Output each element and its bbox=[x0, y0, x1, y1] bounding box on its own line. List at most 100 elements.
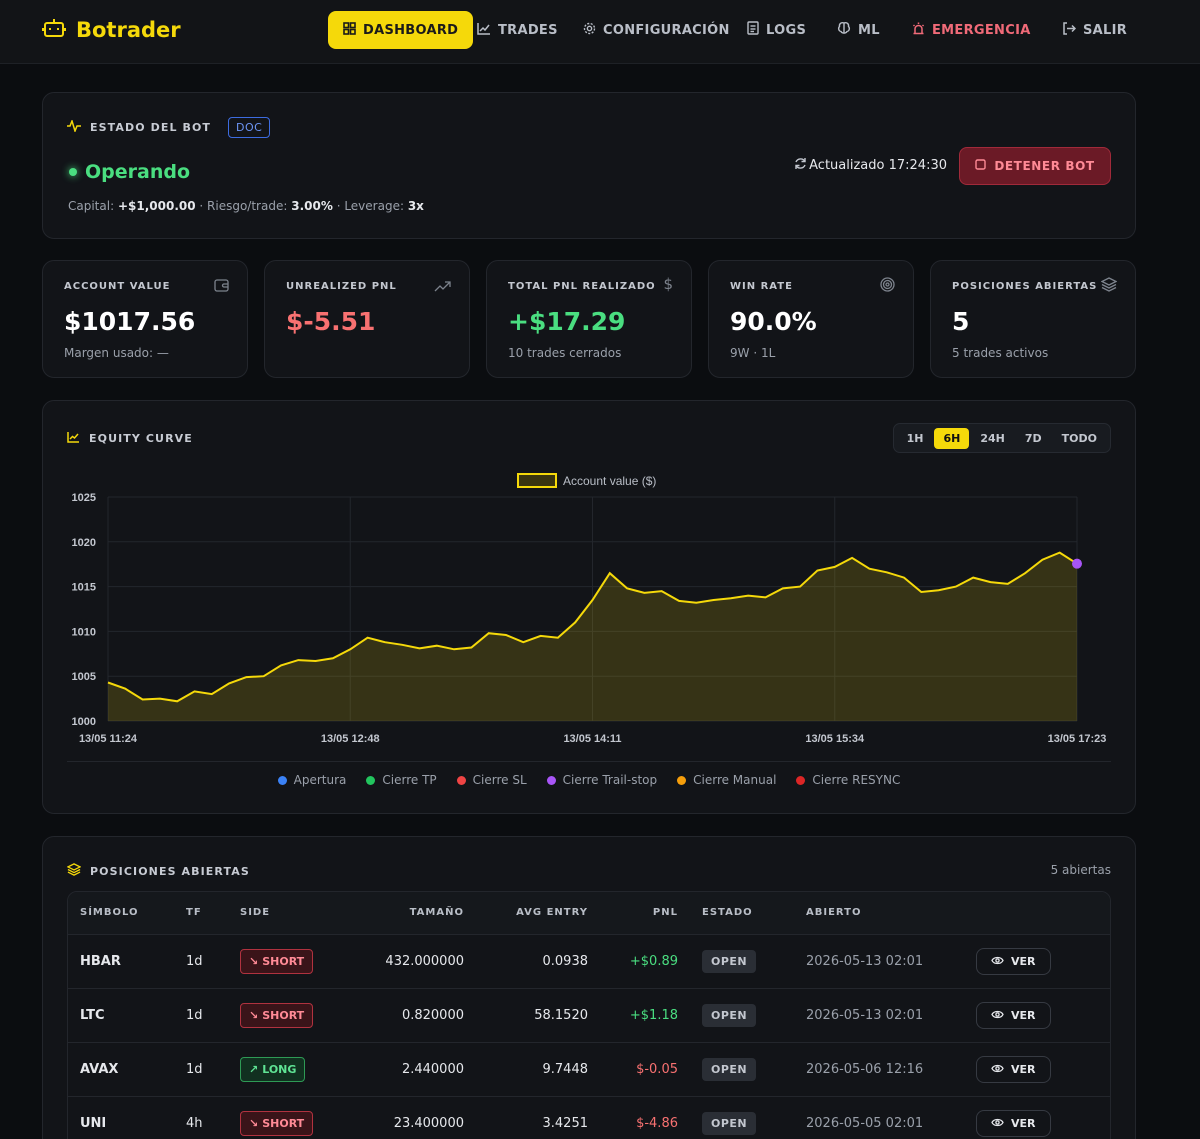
trail-stop-marker[interactable] bbox=[1072, 558, 1082, 569]
last-updated-text: Actualizado 17:24:30 bbox=[809, 158, 947, 173]
status-badge: OPEN bbox=[702, 1003, 757, 1027]
logout-icon bbox=[1062, 21, 1077, 39]
stat-sub: 9W · 1L bbox=[730, 346, 776, 360]
y-tick-label: 1010 bbox=[72, 626, 96, 638]
legend-cierre-resync[interactable]: Cierre RESYNC bbox=[796, 773, 900, 787]
stop-bot-label: DETENER BOT bbox=[994, 159, 1095, 173]
cell-symbol: AVAX bbox=[68, 1041, 174, 1096]
status-badge: OPEN bbox=[702, 1057, 757, 1081]
target-icon bbox=[880, 277, 895, 296]
legend-text: Cierre SL bbox=[472, 773, 527, 787]
equity-curve-card: EQUITY CURVE 1H 6H 24H 7D TODO Account v… bbox=[42, 400, 1136, 814]
legend-apertura[interactable]: Apertura bbox=[277, 773, 346, 787]
stat-value: $1017.56 bbox=[64, 307, 196, 336]
nav-configuracion-label: CONFIGURACIÓN bbox=[603, 22, 730, 38]
cell-actions: VER bbox=[964, 1095, 1110, 1139]
legend-text: Cierre Manual bbox=[693, 773, 777, 787]
col-tf: TF bbox=[174, 892, 228, 934]
wallet-icon bbox=[214, 277, 229, 296]
cell-opened: 2026-05-13 02:01 bbox=[794, 987, 964, 1042]
gear-icon bbox=[583, 22, 596, 39]
stat-win-rate: WIN RATE 90.0% 9W · 1L bbox=[708, 260, 914, 378]
table-header-row: SÍMBOLO TF SIDE TAMAÑO AVG ENTRY PNL EST… bbox=[68, 892, 1110, 934]
cell-pnl: $-4.86 bbox=[600, 1095, 690, 1139]
legend-label: Account value ($) bbox=[563, 474, 656, 488]
legend-dot bbox=[677, 775, 687, 785]
legend-cierre-tp[interactable]: Cierre TP bbox=[366, 773, 437, 787]
nav-configuracion[interactable]: CONFIGURACIÓN bbox=[568, 11, 745, 49]
col-symbol: SÍMBOLO bbox=[68, 892, 174, 934]
nav-ml[interactable]: ML bbox=[822, 11, 895, 49]
cell-status: OPEN bbox=[690, 933, 794, 988]
nav-logs[interactable]: LOGS bbox=[732, 11, 821, 49]
stop-bot-button[interactable]: DETENER BOT bbox=[959, 147, 1111, 185]
nav-dashboard-label: DASHBOARD bbox=[363, 22, 459, 38]
view-button[interactable]: VER bbox=[976, 1001, 1051, 1029]
nav-salir-label: SALIR bbox=[1083, 22, 1128, 38]
document-icon bbox=[747, 21, 759, 39]
col-status: ESTADO bbox=[690, 892, 794, 934]
risk-value: 3.00% bbox=[291, 199, 333, 213]
trend-down-icon: ↘ bbox=[249, 1116, 259, 1130]
legend-cierre-sl[interactable]: Cierre SL bbox=[456, 773, 527, 787]
cell-entry: 3.4251 bbox=[476, 1095, 600, 1139]
x-tick-label: 13/05 11:24 bbox=[79, 733, 138, 745]
doc-badge[interactable]: DOC bbox=[228, 117, 271, 138]
side-text: SHORT bbox=[262, 1008, 305, 1022]
bot-config-summary: Capital: +$1,000.00 · Riesgo/trade: 3.00… bbox=[68, 199, 424, 213]
stat-unrealized-pnl: UNREALIZED PNL $-5.51 bbox=[264, 260, 470, 378]
brand[interactable]: Botrader bbox=[42, 16, 181, 44]
dollar-icon: $ bbox=[663, 275, 673, 293]
status-badge: OPEN bbox=[702, 1111, 757, 1135]
col-avg-entry: AVG ENTRY bbox=[476, 892, 600, 934]
cell-entry: 9.7448 bbox=[476, 1041, 600, 1096]
cell-symbol: HBAR bbox=[68, 933, 174, 988]
nav-emergencia[interactable]: EMERGENCIA bbox=[897, 11, 1046, 49]
cell-symbol: UNI bbox=[68, 1095, 174, 1139]
refresh-icon[interactable] bbox=[794, 157, 807, 174]
legend-text: Cierre Trail-stop bbox=[562, 773, 658, 787]
robot-icon bbox=[42, 16, 66, 44]
stat-account-value: ACCOUNT VALUE $1017.56 Margen usado: — bbox=[42, 260, 248, 378]
legend-swatch bbox=[517, 473, 557, 488]
layers-icon bbox=[1100, 277, 1118, 296]
cell-symbol: LTC bbox=[68, 987, 174, 1042]
stat-value: $-5.51 bbox=[286, 307, 376, 336]
legend-cierre-trail[interactable]: Cierre Trail-stop bbox=[546, 773, 658, 787]
cell-size: 0.820000 bbox=[348, 987, 476, 1042]
col-opened: ABIERTO bbox=[794, 892, 964, 934]
view-button[interactable]: VER bbox=[976, 947, 1051, 975]
eye-icon bbox=[991, 1117, 1004, 1130]
table-row: AVAX 1d ↗ LONG 2.440000 9.7448 $-0.05 OPE… bbox=[68, 1041, 1110, 1096]
leverage-label: · Leverage: bbox=[336, 199, 404, 213]
cell-size: 432.000000 bbox=[348, 933, 476, 988]
cell-side: ↘ SHORT bbox=[228, 987, 348, 1042]
view-button[interactable]: VER bbox=[976, 1055, 1051, 1083]
stat-sub: 10 trades cerrados bbox=[508, 346, 622, 360]
grid-icon bbox=[343, 21, 356, 39]
side-badge: ↘ SHORT bbox=[240, 948, 314, 974]
col-actions bbox=[964, 892, 1110, 934]
bot-status-title: ESTADO DEL BOT bbox=[90, 121, 212, 134]
capital-label: Capital: bbox=[68, 199, 115, 213]
layers-icon bbox=[66, 863, 82, 879]
eye-icon bbox=[991, 1009, 1004, 1022]
nav-trades[interactable]: TRADES bbox=[462, 11, 573, 49]
cell-tf: 4h bbox=[174, 1095, 228, 1139]
view-button[interactable]: VER bbox=[976, 1109, 1051, 1137]
equity-chart: Account value ($) 1000100510101015102010… bbox=[72, 473, 1106, 745]
nav-ml-label: ML bbox=[858, 22, 880, 38]
side-badge: ↗ LONG bbox=[240, 1056, 306, 1082]
eye-icon bbox=[991, 1063, 1004, 1076]
legend-text: Cierre RESYNC bbox=[812, 773, 901, 787]
legend-cierre-manual[interactable]: Cierre Manual bbox=[677, 773, 776, 787]
cell-size: 2.440000 bbox=[348, 1041, 476, 1096]
cell-status: OPEN bbox=[690, 987, 794, 1042]
capital-value: +$1,000.00 bbox=[117, 199, 196, 213]
cell-pnl: +$0.89 bbox=[600, 933, 690, 988]
legend-text: Cierre TP bbox=[382, 773, 437, 787]
trend-down-icon: ↘ bbox=[249, 1008, 259, 1022]
nav-salir[interactable]: SALIR bbox=[1047, 11, 1142, 49]
y-axis-labels: 1000 1005 1010 1015 1020 1025 bbox=[72, 492, 96, 728]
nav-dashboard[interactable]: DASHBOARD bbox=[328, 11, 474, 49]
